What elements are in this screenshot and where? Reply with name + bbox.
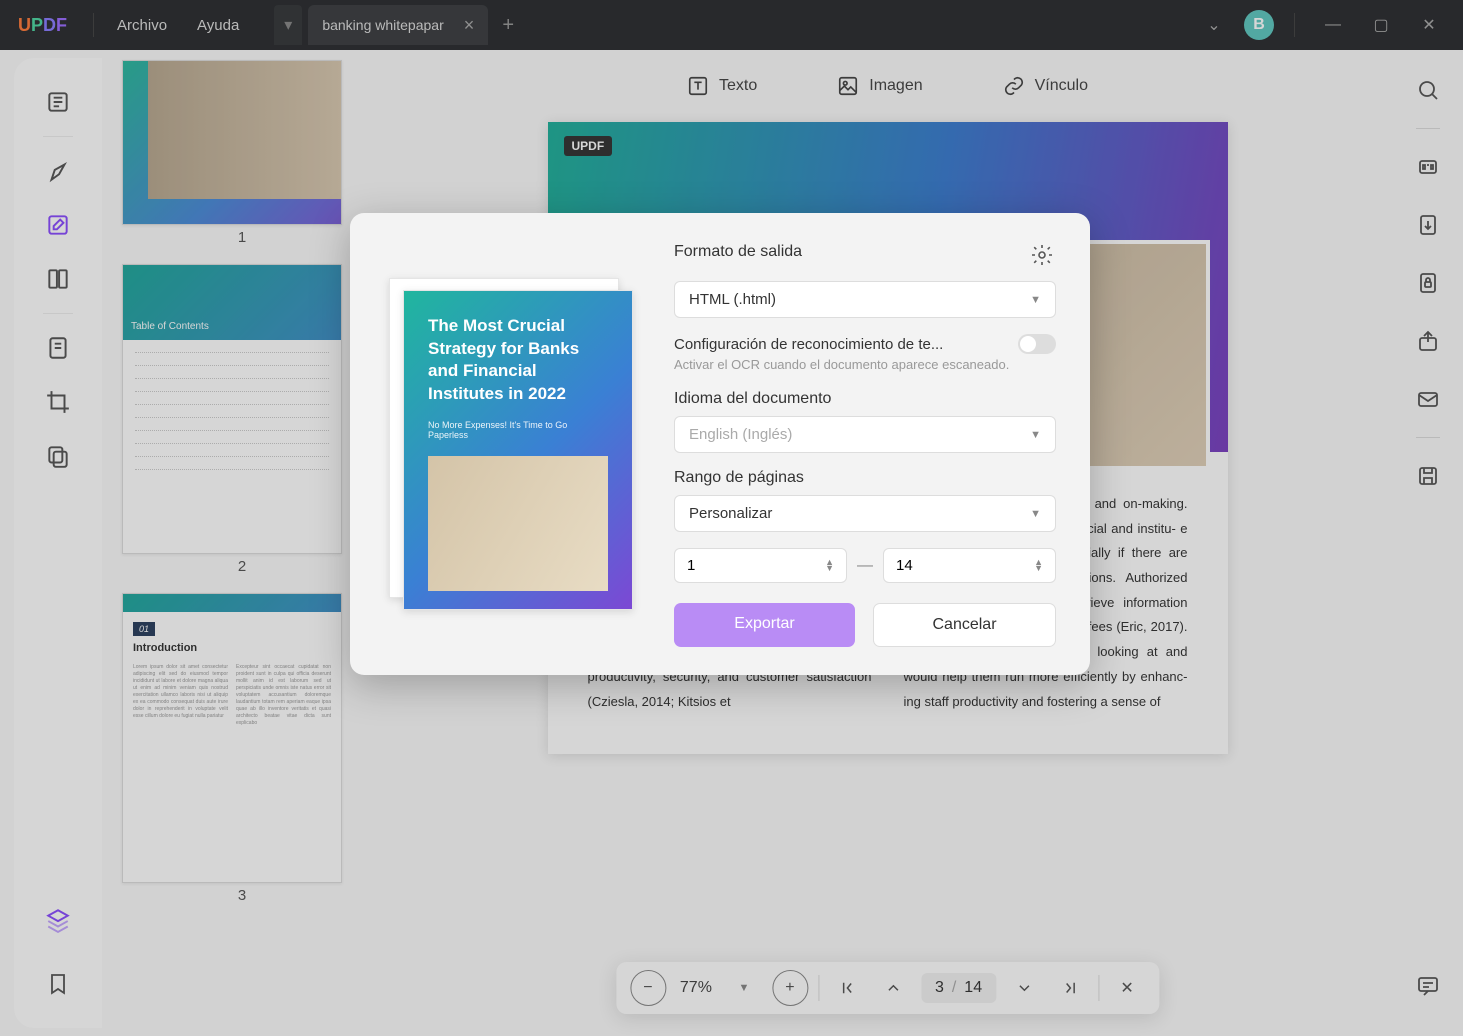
ocr-toggle[interactable]: [1018, 334, 1056, 354]
ocr-setting-label: Configuración de reconocimiento de te...: [674, 336, 943, 353]
step-down-icon[interactable]: ▼: [1034, 566, 1043, 571]
gear-icon[interactable]: [1030, 243, 1056, 269]
cancel-button[interactable]: Cancelar: [873, 603, 1056, 647]
range-to-input[interactable]: 14 ▲▼: [883, 548, 1056, 583]
chevron-down-icon: ▼: [1030, 508, 1041, 520]
preview-page-front: The Most Crucial Strategy for Banks and …: [403, 290, 633, 610]
preview-image: [428, 456, 608, 591]
language-label: Idioma del documento: [674, 390, 1056, 408]
output-format-select[interactable]: HTML (.html) ▼: [674, 281, 1056, 318]
page-range-label: Rango de páginas: [674, 469, 1056, 487]
export-preview: The Most Crucial Strategy for Banks and …: [384, 243, 634, 647]
step-down-icon[interactable]: ▼: [825, 566, 834, 571]
chevron-down-icon: ▼: [1030, 294, 1041, 306]
page-range-select[interactable]: Personalizar ▼: [674, 495, 1056, 532]
export-dialog: The Most Crucial Strategy for Banks and …: [350, 213, 1090, 675]
chevron-down-icon: ▼: [1030, 429, 1041, 441]
range-dash: —: [857, 557, 873, 575]
ocr-help-text: Activar el OCR cuando el documento apare…: [674, 356, 1056, 374]
language-select[interactable]: English (Inglés) ▼: [674, 416, 1056, 453]
range-from-input[interactable]: 1 ▲▼: [674, 548, 847, 583]
output-format-label: Formato de salida: [674, 243, 802, 261]
export-form: Formato de salida HTML (.html) ▼ Configu…: [674, 243, 1056, 647]
export-button[interactable]: Exportar: [674, 603, 855, 647]
